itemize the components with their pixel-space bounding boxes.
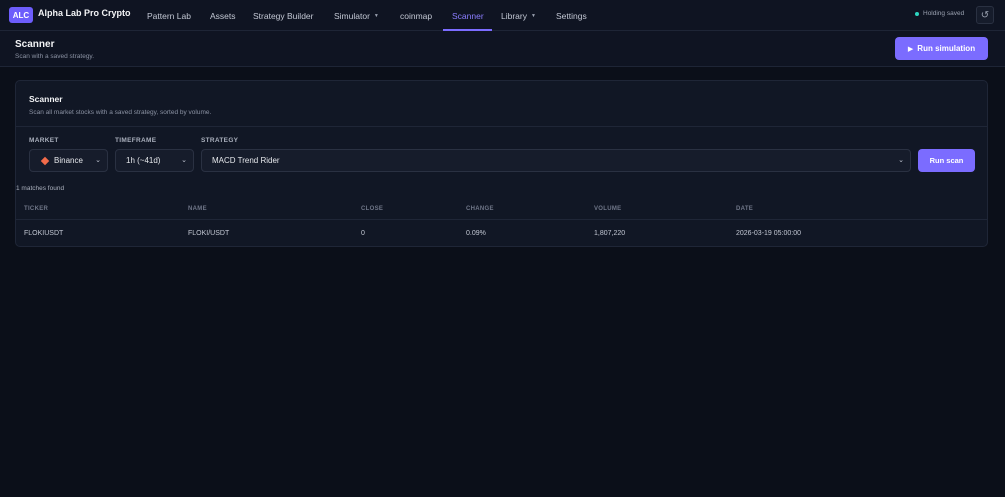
status-dot-icon [915,11,919,16]
col-header-change[interactable]: CHANGE [466,206,494,212]
cell-volume: 1,807,220 [594,230,626,237]
nav-library[interactable]: Library ▼ [501,0,536,31]
matches-count: 1 matches found [16,185,65,192]
col-header-close[interactable]: CLOSE [361,206,383,212]
col-header-ticker[interactable]: TICKER [24,206,48,212]
nav-pattern-lab[interactable]: Pattern Lab [147,0,191,31]
nav-strategy-builder-label: Strategy Builder [253,10,314,21]
nav-library-label: Library [501,10,527,21]
top-navbar: ALC Alpha Lab Pro Crypto Pattern Lab Ass… [0,0,1005,31]
strategy-select[interactable]: MACD Trend Rider ⌄ [201,149,911,172]
run-scan-label: Run scan [929,156,964,165]
cell-name: FLOKI/USDT [188,230,230,237]
nav-assets-label: Assets [210,10,236,21]
col-header-name[interactable]: NAME [188,206,207,212]
strategy-value: MACD Trend Rider [212,156,280,165]
card-description: Scan all market stocks with a saved stra… [29,109,212,116]
nav-assets[interactable]: Assets [210,0,236,31]
refresh-icon: ↺ [980,9,990,21]
col-header-date[interactable]: DATE [736,206,753,212]
refresh-button[interactable]: ↺ [976,6,994,24]
save-status: Holding saved [915,10,964,17]
timeframe-label: TIMEFRAME [115,137,157,144]
save-status-text: Holding saved [923,10,965,17]
card-header: Scanner Scan all market stocks with a sa… [16,81,987,127]
nav-simulator-label: Simulator [334,10,370,21]
nav-scanner[interactable]: Scanner [452,0,484,31]
nav-coinmap[interactable]: coinmap [400,0,432,31]
chevron-down-icon: ⌄ [95,157,101,164]
strategy-label: STRATEGY [201,137,239,144]
chevron-down-icon: ⌄ [181,157,187,164]
scanner-card: Scanner Scan all market stocks with a sa… [15,80,988,247]
run-simulation-button[interactable]: ▶ Run simulation [895,37,988,60]
chevron-down-icon: ▼ [373,12,379,19]
market-select[interactable]: Binance ⌄ [29,149,108,172]
cell-change: 0.09% [466,230,486,237]
nav-settings[interactable]: Settings [556,0,587,31]
nav-settings-label: Settings [556,10,587,21]
nav-scanner-label: Scanner [452,10,484,21]
nav-coinmap-label: coinmap [400,10,433,21]
cell-date: 2026-03-19 05:00:00 [736,230,801,237]
col-header-volume[interactable]: VOLUME [594,206,621,212]
page-header: Scanner Scan with a saved strategy. ▶ Ru… [0,31,1005,67]
nav-pattern-lab-label: Pattern Lab [147,10,191,21]
logo-badge[interactable]: ALC [9,7,33,23]
app-name[interactable]: Alpha Lab Pro Crypto [38,8,131,18]
play-icon: ▶ [907,45,914,53]
page-subtitle: Scan with a saved strategy. [15,53,95,60]
market-label: MARKET [29,137,59,144]
nav-strategy-builder[interactable]: Strategy Builder [253,0,313,31]
nav-simulator[interactable]: Simulator ▼ [334,0,379,31]
cell-close: 0 [361,230,365,237]
chevron-down-icon: ⌄ [898,157,904,164]
cell-ticker: FLOKIUSDT [24,230,64,237]
card-title: Scanner [29,94,63,104]
market-value: Binance [54,156,83,165]
run-scan-button[interactable]: Run scan [918,149,975,172]
chevron-down-icon: ▼ [530,12,536,19]
divider [16,219,987,220]
binance-icon [40,156,50,165]
page-title: Scanner [15,39,55,50]
run-simulation-label: Run simulation [917,44,976,53]
timeframe-value: 1h (~41d) [126,156,161,165]
timeframe-select[interactable]: 1h (~41d) ⌄ [115,149,194,172]
